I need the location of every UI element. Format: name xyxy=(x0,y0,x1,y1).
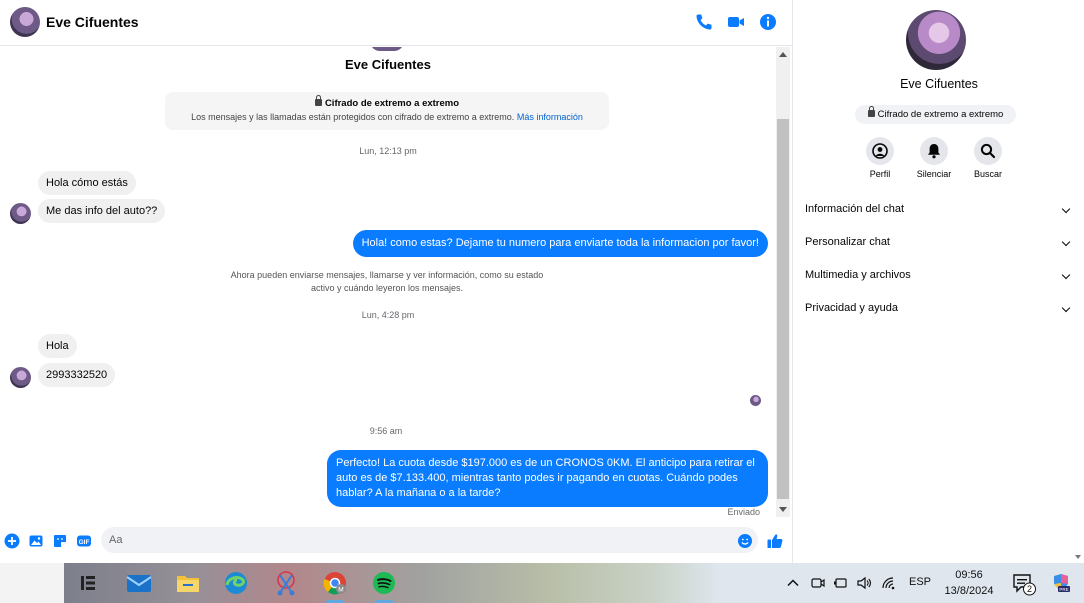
incoming-message[interactable]: Hola xyxy=(38,334,77,358)
meet-now-icon[interactable] xyxy=(810,575,826,591)
task-view-icon[interactable] xyxy=(76,571,100,595)
message-scrollbar[interactable] xyxy=(776,47,790,517)
svg-text:PRE: PRE xyxy=(1059,587,1068,592)
contact-avatar-small[interactable] xyxy=(10,203,31,224)
system-clock[interactable]: 09:56 13/8/2024 xyxy=(940,567,998,599)
side-contact-name: Eve Cifuentes xyxy=(900,77,978,91)
chat-details-panel: Eve Cifuentes Cifrado de extremo a extre… xyxy=(792,0,1084,563)
encryption-badge[interactable]: Cifrado de extremo a extremo xyxy=(855,105,1016,124)
video-call-icon[interactable] xyxy=(726,12,746,32)
outgoing-message[interactable]: Hola! como estas? Dejame tu numero para … xyxy=(352,230,768,257)
edge-browser-icon[interactable] xyxy=(222,569,250,597)
encryption-text: Los mensajes y las llamadas están proteg… xyxy=(191,112,515,122)
info-icon[interactable] xyxy=(758,12,778,32)
more-info-link[interactable]: Más información xyxy=(517,112,583,122)
contact-avatar[interactable] xyxy=(10,7,40,37)
incoming-message[interactable]: Hola cómo estás xyxy=(38,171,136,195)
message-list[interactable]: Eve Cifuentes Cifrado de extremo a extre… xyxy=(0,47,776,517)
notification-count: 2 xyxy=(1026,584,1032,594)
wifi-icon[interactable] xyxy=(880,575,896,591)
clock-date: 13/8/2024 xyxy=(944,585,994,597)
phone-call-icon[interactable] xyxy=(694,12,714,32)
scroll-up-icon[interactable] xyxy=(779,52,787,57)
chrome-browser-icon[interactable]: M xyxy=(321,569,349,597)
chevron-down-icon xyxy=(1061,303,1071,313)
system-notice-line: Ahora pueden enviarse mensajes, llamarse… xyxy=(230,270,544,280)
lock-icon xyxy=(867,106,875,117)
section-label: Multimedia y archivos xyxy=(805,269,911,281)
search-label: Buscar xyxy=(973,169,1002,179)
seen-indicator-avatar xyxy=(750,395,761,406)
emoji-icon[interactable] xyxy=(737,533,753,549)
language-indicator[interactable]: ESP xyxy=(909,576,931,588)
search-button[interactable]: Buscar xyxy=(960,137,1016,179)
section-privacy-help[interactable]: Privacidad y ayuda xyxy=(805,302,1071,322)
section-media-files[interactable]: Multimedia y archivos xyxy=(805,269,1071,289)
profile-button[interactable]: Perfil xyxy=(852,137,908,179)
message-input[interactable] xyxy=(101,527,758,553)
timestamp: Lun, 12:13 pm xyxy=(359,146,417,156)
sticker-icon[interactable] xyxy=(52,533,68,549)
section-label: Información del chat xyxy=(805,203,905,215)
plus-icon[interactable] xyxy=(4,533,20,549)
snipping-tool-icon[interactable] xyxy=(272,569,300,597)
taskbar-search-area[interactable] xyxy=(0,563,64,603)
contact-avatar-small[interactable] xyxy=(10,367,31,388)
speaker-icon[interactable] xyxy=(856,575,872,591)
svg-text:M: M xyxy=(338,587,343,594)
section-label: Personalizar chat xyxy=(805,236,890,248)
chevron-up-icon[interactable] xyxy=(786,576,800,590)
contact-name[interactable]: Eve Cifuentes xyxy=(46,14,139,30)
copilot-icon[interactable]: PRE xyxy=(1050,572,1072,594)
scroll-thumb[interactable] xyxy=(777,119,789,499)
system-notice-line: activo y cuándo leyeron los mensajes. xyxy=(310,283,464,293)
lock-icon xyxy=(314,95,322,106)
panel-scroll-down-icon[interactable] xyxy=(1075,555,1081,559)
chat-panel: Eve Cifuentes Eve Cifuentes Cifrado de e… xyxy=(0,0,792,563)
gif-icon[interactable]: GIF xyxy=(76,533,92,549)
chat-header: Eve Cifuentes xyxy=(0,0,792,46)
scroll-down-icon[interactable] xyxy=(779,507,787,512)
chevron-down-icon xyxy=(1061,204,1071,214)
composer: GIF xyxy=(0,521,792,561)
sent-status: Enviado xyxy=(727,507,760,517)
chevron-down-icon xyxy=(1061,237,1071,247)
contact-profile-photo[interactable] xyxy=(906,10,966,70)
encryption-title: Cifrado de extremo a extremo xyxy=(324,98,460,109)
search-icon xyxy=(980,143,996,159)
encryption-badge-label: Cifrado de extremo a extremo xyxy=(877,109,1004,120)
section-label: Privacidad y ayuda xyxy=(805,302,898,314)
timestamp: 9:56 am xyxy=(369,426,403,436)
profile-label: Perfil xyxy=(869,169,891,179)
chevron-down-icon xyxy=(1061,270,1071,280)
photo-icon[interactable] xyxy=(28,533,44,549)
outgoing-message[interactable]: Perfecto! La cuota desde $197.000 es de … xyxy=(327,450,768,507)
timestamp: Lun, 4:28 pm xyxy=(361,310,415,320)
spotify-icon[interactable] xyxy=(370,569,398,597)
bell-icon xyxy=(928,144,940,159)
clock-time: 09:56 xyxy=(955,569,983,581)
section-chat-info[interactable]: Información del chat xyxy=(805,203,1071,223)
encryption-notice: Cifrado de extremo a extremo Los mensaje… xyxy=(165,92,609,130)
incoming-message[interactable]: 2993332520 xyxy=(38,363,116,387)
mute-label: Silenciar xyxy=(916,169,952,179)
conversation-contact-name: Eve Cifuentes xyxy=(345,57,431,72)
section-customize-chat[interactable]: Personalizar chat xyxy=(805,236,1071,256)
svg-text:GIF: GIF xyxy=(79,539,90,546)
system-notice: Ahora pueden enviarse mensajes, llamarse… xyxy=(200,269,574,295)
battery-icon[interactable] xyxy=(833,575,849,591)
profile-icon xyxy=(872,143,888,159)
contact-avatar-large xyxy=(370,47,404,51)
mail-app-icon[interactable] xyxy=(125,569,153,597)
mute-button[interactable]: Silenciar xyxy=(906,137,962,179)
windows-taskbar: M ESP 09:56 13/8/2024 2 PRE xyxy=(0,563,1084,603)
like-thumb-icon[interactable] xyxy=(766,532,784,550)
incoming-message[interactable]: Me das info del auto?? xyxy=(38,199,166,223)
file-explorer-icon[interactable] xyxy=(174,569,202,597)
